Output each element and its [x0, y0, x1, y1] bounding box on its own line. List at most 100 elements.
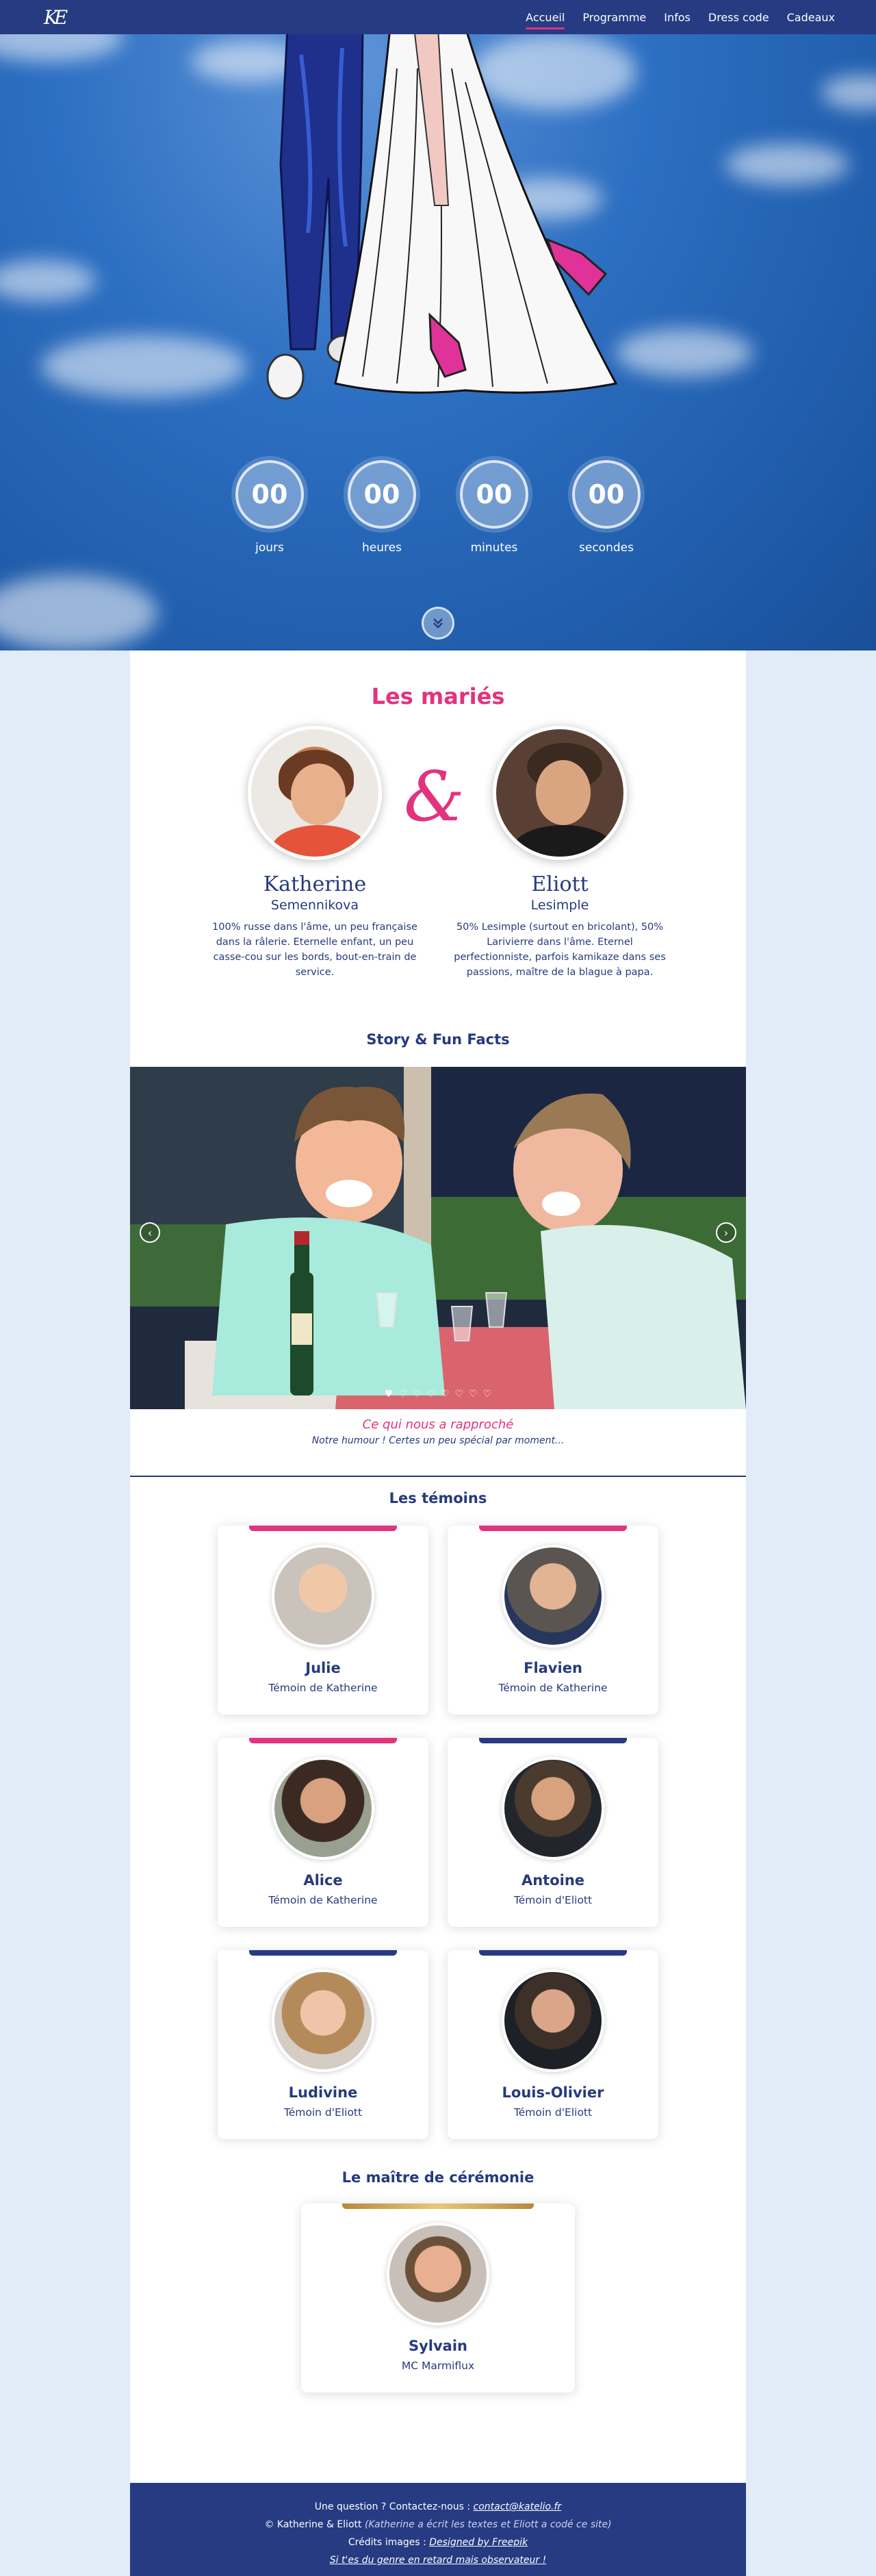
- bride-avatar: [248, 726, 382, 860]
- hero-banner: 00 jours 00 heures 00 minutes 00 seconde…: [0, 0, 876, 651]
- witness-name: Louis-Olivier: [502, 2084, 604, 2101]
- heart-filled-icon[interactable]: ♥: [385, 1389, 394, 1400]
- mc-name: Sylvain: [408, 2338, 468, 2354]
- card-accent-bar: [479, 1950, 627, 1956]
- cloud: [0, 575, 157, 651]
- heart-outline-icon[interactable]: ♡: [441, 1389, 450, 1400]
- card-accent-bar: [249, 1526, 397, 1531]
- countdown-value: 00: [460, 460, 528, 529]
- nav-link-infos[interactable]: Infos: [664, 8, 691, 27]
- chevron-right-icon: ›: [723, 1226, 729, 1239]
- witness-photo: [272, 1969, 374, 2072]
- witness-role: Témoin d'Eliott: [513, 2106, 593, 2119]
- footer-images-label: Crédits images :: [348, 2537, 430, 2548]
- groom-profile: Eliott Lesimple 50% Lesimple (surtout en…: [450, 726, 669, 980]
- scroll-down-button[interactable]: [422, 607, 454, 640]
- footer-freepik-link[interactable]: Designed by Freepik: [429, 2537, 528, 2548]
- carousel-next-button[interactable]: ›: [716, 1222, 736, 1243]
- footer: Une question ? Contactez-nous : contact@…: [130, 2483, 746, 2576]
- witness-card: Flavien Témoin de Katherine: [448, 1526, 658, 1715]
- card-accent-bar: [249, 1738, 397, 1743]
- nav-link-programme[interactable]: Programme: [582, 8, 646, 27]
- site-logo[interactable]: KE: [44, 6, 68, 29]
- footer-credit-note: (Katherine a écrit les textes et Eliott …: [364, 2519, 612, 2530]
- footer-contact-line: Une question ? Contactez-nous : contact@…: [130, 2498, 746, 2516]
- bride-first-name: Katherine: [263, 872, 367, 896]
- cloud: [821, 75, 876, 110]
- witness-role: Témoin d'Eliott: [283, 2106, 363, 2119]
- footer-question: Une question ? Contactez-nous :: [314, 2501, 474, 2512]
- witness-photo: [272, 1545, 374, 1647]
- card-accent-bar: [342, 2204, 534, 2209]
- cloud: [725, 144, 849, 185]
- witness-photo: [272, 1757, 374, 1860]
- bride-last-name: Semennikova: [270, 898, 359, 913]
- witness-card: Julie Témoin de Katherine: [218, 1526, 428, 1715]
- section-title-temoins: Les témoins: [389, 1490, 487, 1506]
- cloud: [41, 336, 246, 397]
- footer-copyright: © Katherine & Eliott: [264, 2519, 365, 2530]
- witness-name: Julie: [305, 1660, 341, 1676]
- footer-late-link[interactable]: Si t'es du genre en retard mais observat…: [330, 2555, 546, 2566]
- groom-avatar: [493, 726, 627, 860]
- nav-link-accueil[interactable]: Accueil: [526, 8, 565, 29]
- top-navbar: KE Accueil Programme Infos Dress code Ca…: [0, 0, 876, 34]
- groom-first-name: Eliott: [531, 872, 589, 896]
- witness-photo: [502, 1757, 604, 1860]
- heart-outline-icon[interactable]: ♡: [413, 1389, 422, 1400]
- groom-last-name: Lesimple: [530, 898, 589, 913]
- carousel-prev-button[interactable]: ‹: [140, 1222, 160, 1243]
- heart-outline-icon[interactable]: ♡: [455, 1389, 464, 1400]
- witness-card: Alice Témoin de Katherine: [218, 1738, 428, 1927]
- countdown-value: 00: [572, 460, 641, 529]
- story-photo: [130, 1067, 746, 1409]
- story-carousel[interactable]: ‹ › ♥ ♡ ♡ ♡ ♡ ♡ ♡ ♡: [130, 1067, 746, 1409]
- story-caption-subtitle: Notre humour ! Certes un peu spécial par…: [311, 1435, 565, 1446]
- witness-card: Ludivine Témoin d'Eliott: [218, 1950, 428, 2139]
- witness-photo: [502, 1545, 604, 1647]
- heart-outline-icon[interactable]: ♡: [469, 1389, 478, 1400]
- footer-late-line: Si t'es du genre en retard mais observat…: [130, 2551, 746, 2569]
- section-title-mc: Le maître de cérémonie: [342, 2169, 534, 2186]
- heart-outline-icon[interactable]: ♡: [398, 1389, 407, 1400]
- section-title-story: Story & Fun Facts: [366, 1031, 510, 1048]
- bride-bio: 100% russe dans l'âme, un peu française …: [212, 922, 417, 978]
- nav-link-cadeaux[interactable]: Cadeaux: [787, 8, 835, 27]
- section-title-maries: Les mariés: [371, 683, 505, 709]
- countdown-minutes: 00 minutes: [460, 460, 528, 555]
- countdown-label: secondes: [579, 541, 634, 555]
- witness-name: Flavien: [524, 1660, 582, 1676]
- countdown: 00 jours 00 heures 00 minutes 00 seconde…: [0, 460, 876, 555]
- witness-role: Témoin de Katherine: [268, 1682, 378, 1694]
- nav-link-dress-code[interactable]: Dress code: [708, 8, 769, 27]
- card-accent-bar: [479, 1738, 627, 1743]
- mc-card: Sylvain MC Marmiflux: [301, 2204, 575, 2392]
- countdown-label: minutes: [470, 541, 518, 555]
- footer-images-line: Crédits images : Designed by Freepik: [130, 2534, 746, 2551]
- heart-outline-icon[interactable]: ♡: [483, 1389, 492, 1400]
- witness-role: Témoin d'Eliott: [513, 1894, 593, 1906]
- groom-bio: 50% Lesimple (surtout en bricolant), 50%…: [454, 922, 666, 978]
- bride-profile: Katherine Semennikova 100% russe dans l'…: [205, 726, 424, 980]
- witness-role: Témoin de Katherine: [268, 1894, 378, 1906]
- double-chevron-down-icon: [433, 618, 443, 629]
- carousel-dots: ♥ ♡ ♡ ♡ ♡ ♡ ♡ ♡: [130, 1389, 746, 1400]
- countdown-seconds: 00 secondes: [572, 460, 641, 555]
- countdown-value: 00: [235, 460, 304, 529]
- card-accent-bar: [249, 1950, 397, 1956]
- couple-illustration: [266, 27, 618, 400]
- cloud: [0, 260, 96, 301]
- main-content: Les mariés Katherine Semennikova 100% ru…: [130, 651, 746, 2576]
- mc-photo: [387, 2223, 489, 2325]
- countdown-value: 00: [348, 460, 416, 529]
- heart-outline-icon[interactable]: ♡: [426, 1389, 435, 1400]
- chevron-left-icon: ‹: [147, 1226, 153, 1239]
- section-divider: [130, 1476, 746, 1477]
- countdown-label: heures: [362, 541, 402, 555]
- witness-name: Alice: [303, 1872, 343, 1889]
- footer-copyright-line: © Katherine & Eliott (Katherine a écrit …: [130, 2516, 746, 2534]
- countdown-label: jours: [255, 541, 284, 555]
- witness-role: Témoin de Katherine: [498, 1682, 608, 1694]
- countdown-hours: 00 heures: [348, 460, 416, 555]
- footer-email-link[interactable]: contact@katelio.fr: [474, 2501, 562, 2512]
